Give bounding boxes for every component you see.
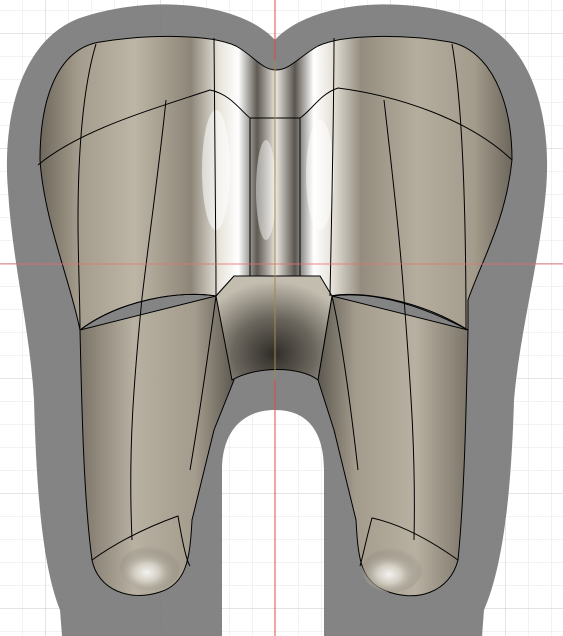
left-root-tip-glow xyxy=(120,546,180,590)
3d-viewport[interactable] xyxy=(0,0,563,636)
crown-highlight-left xyxy=(202,110,230,230)
right-root-tip-glow xyxy=(362,548,422,592)
viewport-canvas[interactable] xyxy=(0,0,563,636)
crown-highlight-right xyxy=(306,120,334,230)
furcation xyxy=(215,275,333,381)
crown-highlight-center xyxy=(256,140,276,240)
